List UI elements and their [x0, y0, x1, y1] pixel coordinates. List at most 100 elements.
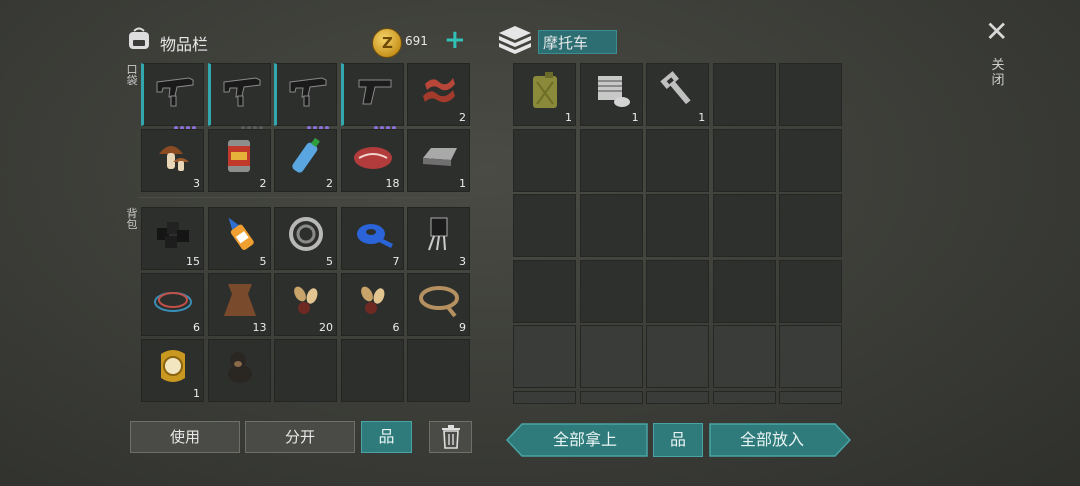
- inventory-slot[interactable]: 1: [407, 129, 470, 192]
- seeds-icon: [351, 280, 395, 320]
- item-count: 1: [459, 177, 466, 190]
- empty-vehicle-slot[interactable]: [712, 194, 776, 257]
- take-all-button[interactable]: 全部拿上: [506, 423, 648, 457]
- empty-slot[interactable]: [407, 339, 470, 402]
- empty-vehicle-slot[interactable]: [779, 259, 843, 323]
- add-coins-button[interactable]: +: [444, 26, 466, 54]
- item-count: 2: [459, 111, 466, 124]
- empty-vehicle-slot[interactable]: [646, 325, 710, 388]
- empty-vehicle-slot[interactable]: [579, 390, 643, 404]
- item-count: 15: [186, 255, 200, 268]
- water-bottle-icon: [284, 136, 328, 176]
- item-count: 7: [392, 255, 400, 268]
- inventory-slot[interactable]: 18: [340, 129, 404, 192]
- item-count: 2: [259, 177, 267, 190]
- item-count: 5: [326, 255, 333, 268]
- quality-dots: [307, 115, 331, 130]
- empty-vehicle-slot[interactable]: [513, 259, 576, 323]
- inventory-slot[interactable]: [141, 63, 204, 130]
- split-button[interactable]: 分开: [245, 421, 355, 453]
- item-count: 6: [193, 321, 200, 334]
- item-count: 1: [565, 111, 572, 124]
- item-count: 1: [631, 111, 639, 124]
- empty-vehicle-slot[interactable]: [513, 325, 576, 388]
- empty-vehicle-slot[interactable]: [513, 128, 576, 192]
- inventory-slot[interactable]: 9: [407, 273, 470, 336]
- vehicle-slot[interactable]: 1: [646, 63, 710, 126]
- empty-vehicle-slot[interactable]: [712, 390, 776, 404]
- seeds-icon: [284, 280, 328, 320]
- inventory-slot[interactable]: 15: [141, 207, 204, 270]
- leather-icon: [218, 280, 262, 320]
- item-count: 9: [459, 321, 466, 334]
- item-count: 1: [698, 111, 706, 124]
- jerrycan-icon: [523, 70, 567, 110]
- quality-dots: [240, 115, 265, 130]
- raw-meat-icon: [351, 136, 395, 176]
- inventory-slot[interactable]: 7: [340, 207, 404, 270]
- empty-slot[interactable]: [340, 339, 404, 402]
- empty-vehicle-slot[interactable]: [579, 194, 643, 257]
- use-button[interactable]: 使用: [130, 421, 240, 453]
- empty-vehicle-slot[interactable]: [712, 63, 776, 126]
- put-all-button[interactable]: 全部放入: [709, 423, 851, 457]
- inventory-slot[interactable]: 3: [407, 207, 470, 270]
- empty-vehicle-slot[interactable]: [513, 194, 576, 257]
- sort-vehicle-button[interactable]: 品: [653, 423, 703, 457]
- inventory-slot[interactable]: 1: [141, 339, 204, 402]
- inventory-slot[interactable]: [340, 63, 404, 130]
- empty-vehicle-slot[interactable]: [779, 390, 843, 404]
- empty-vehicle-slot[interactable]: [779, 63, 843, 126]
- empty-vehicle-slot[interactable]: [712, 259, 776, 323]
- item-count: 18: [385, 177, 400, 190]
- mushroom-icon: [151, 136, 195, 176]
- trash-button[interactable]: [429, 421, 472, 453]
- empty-vehicle-slot[interactable]: [646, 390, 710, 404]
- inventory-slot[interactable]: 6: [340, 273, 404, 336]
- sort-inventory-button[interactable]: 品: [361, 421, 412, 453]
- empty-vehicle-slot[interactable]: [646, 128, 710, 192]
- empty-slot[interactable]: [274, 339, 337, 402]
- inventory-slot[interactable]: 5: [207, 207, 271, 270]
- wire-icon: [151, 280, 195, 320]
- glue-icon: [218, 214, 262, 254]
- item-count: 20: [319, 321, 333, 334]
- inventory-slot[interactable]: 2: [407, 63, 470, 126]
- close-label[interactable]: 关闭: [990, 58, 1006, 88]
- empty-vehicle-slot[interactable]: [712, 325, 776, 388]
- inventory-slot[interactable]: [207, 339, 271, 402]
- empty-vehicle-slot[interactable]: [579, 128, 643, 192]
- item-count: 3: [193, 177, 200, 190]
- inventory-slot[interactable]: 2: [207, 129, 271, 192]
- close-icon[interactable]: ✕: [985, 18, 1008, 46]
- empty-vehicle-slot[interactable]: [513, 390, 576, 404]
- crate-icon: [497, 24, 533, 56]
- empty-vehicle-slot[interactable]: [712, 128, 776, 192]
- inventory-slot[interactable]: 20: [274, 273, 337, 336]
- inventory-slot[interactable]: 13: [207, 273, 271, 336]
- inventory-slot[interactable]: 2: [274, 129, 337, 192]
- inventory-slot[interactable]: [274, 63, 337, 130]
- vehicle-name: 摩托车: [538, 30, 617, 54]
- wrench-icon: [656, 70, 700, 110]
- empty-vehicle-slot[interactable]: [779, 128, 843, 192]
- inventory-slot[interactable]: 5: [274, 207, 337, 270]
- item-count: 13: [252, 321, 267, 334]
- vehicle-slot[interactable]: 1: [579, 63, 643, 126]
- inventory-slot[interactable]: [207, 63, 271, 130]
- empty-vehicle-slot[interactable]: [579, 325, 643, 388]
- empty-vehicle-slot[interactable]: [646, 259, 710, 323]
- empty-vehicle-slot[interactable]: [579, 259, 643, 323]
- backpack-label: 背包: [126, 207, 138, 231]
- inventory-title: 物品栏: [160, 35, 209, 54]
- empty-vehicle-slot[interactable]: [646, 194, 710, 257]
- vehicle-slot[interactable]: 1: [513, 63, 576, 126]
- bearing-icon: [284, 214, 328, 254]
- inventory-slot[interactable]: 3: [141, 129, 204, 192]
- empty-vehicle-slot[interactable]: [779, 194, 843, 257]
- empty-vehicle-slot[interactable]: [779, 325, 843, 388]
- pocket-label: 口袋: [126, 63, 138, 87]
- inventory-slot[interactable]: 6: [141, 273, 204, 336]
- rope-icon: [417, 280, 461, 320]
- item-count: 3: [459, 255, 466, 268]
